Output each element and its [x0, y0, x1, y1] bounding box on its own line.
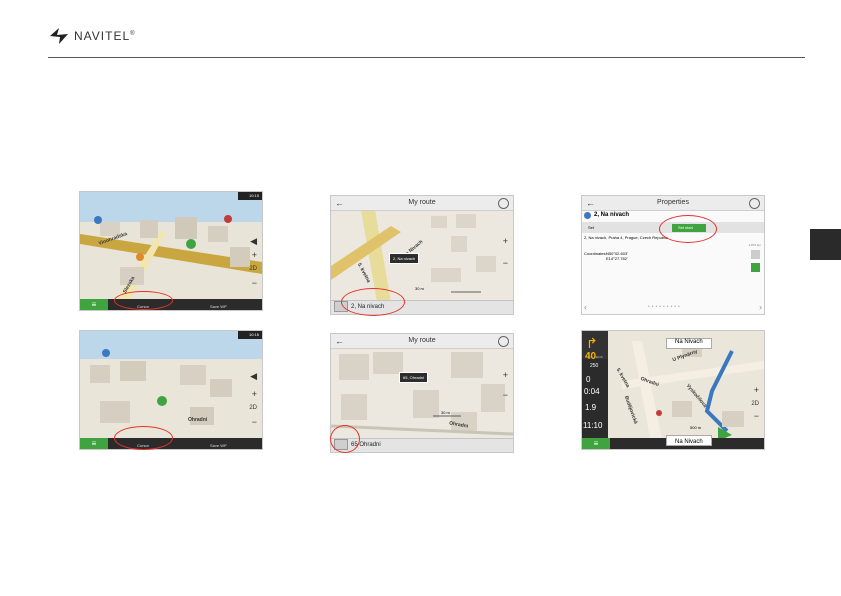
- title-bar: ← My route: [331, 196, 513, 211]
- brand-header: NAVITEL®: [48, 24, 136, 48]
- coords-label: Coordinates:: [584, 251, 607, 256]
- screenshot-navigation: ↱ 40 km/h 250 0 0:04 1.9 11:10 Na Nivach…: [581, 330, 765, 450]
- screenshot-map-cursor-2: 10:16 Ohradni ◀ + 2D − ≡ Cursor Save WP: [79, 330, 263, 450]
- zoom-in-button[interactable]: +: [503, 236, 508, 246]
- map-3d-view: [80, 331, 262, 449]
- speed-value: 40: [585, 351, 597, 362]
- map-scale: 30 m: [415, 286, 424, 291]
- chapter-tab: [810, 229, 841, 260]
- screen-title: My route: [408, 337, 436, 344]
- menu-button[interactable]: ≡: [80, 438, 108, 449]
- location-icon: [584, 212, 591, 219]
- highlight-circle: [114, 291, 173, 310]
- screen-title: My route: [408, 199, 436, 206]
- map-scale: 500 m: [690, 425, 702, 430]
- zoom-in-button[interactable]: +: [754, 385, 759, 395]
- volume-icon[interactable]: ◀: [250, 371, 257, 382]
- satellite-icon[interactable]: [749, 198, 760, 209]
- page-dots: •••••••••: [648, 304, 682, 310]
- add-icon[interactable]: [751, 250, 760, 259]
- back-arrow-icon[interactable]: ←: [586, 196, 595, 210]
- view-mode-button[interactable]: 2D: [751, 401, 759, 407]
- menu-button[interactable]: ≡: [582, 438, 610, 449]
- brand-name: NAVITEL®: [74, 29, 136, 43]
- place-name: 2, Na nivach: [594, 212, 630, 218]
- zoom-out-button[interactable]: −: [252, 417, 257, 427]
- save-wp-button[interactable]: Save WP: [210, 304, 227, 309]
- clock: 11:10: [583, 421, 603, 430]
- map-3d-view: [80, 192, 262, 310]
- distance-to-turn: 0: [586, 375, 591, 384]
- map-scale: 30 m: [441, 410, 450, 415]
- coords-east: E14°27.782': [606, 256, 628, 261]
- zoom-out-button[interactable]: −: [503, 390, 508, 400]
- view-mode-button[interactable]: 2D: [249, 266, 257, 272]
- volume-icon[interactable]: ◀: [250, 236, 257, 247]
- message-icon[interactable]: [751, 263, 760, 272]
- menu-button[interactable]: ≡: [80, 299, 108, 310]
- road-label: Ohradni: [188, 417, 208, 423]
- next-page-icon[interactable]: ›: [759, 302, 762, 312]
- turn-distance: 250: [590, 363, 599, 369]
- highlight-circle: [659, 215, 717, 243]
- header-divider: [48, 57, 805, 58]
- title-bar: ← Properties: [582, 196, 764, 211]
- address-line: 2, Na nivach, Praha 4, Prague, Czech Rep…: [584, 235, 668, 240]
- back-arrow-icon[interactable]: ←: [335, 334, 344, 348]
- highlight-circle: [341, 288, 405, 316]
- zoom-in-button[interactable]: +: [252, 250, 257, 260]
- status-time: 10:15: [248, 193, 259, 198]
- screenshot-properties: ← Properties 2, Na nivach Set Set start …: [581, 195, 765, 315]
- turn-arrow-icon: ↱: [586, 335, 598, 351]
- set-button[interactable]: Set: [588, 225, 594, 230]
- distance: 1.874 km: [748, 243, 761, 247]
- zoom-in-button[interactable]: +: [252, 389, 257, 399]
- back-arrow-icon[interactable]: ←: [335, 196, 344, 210]
- highlight-circle: [114, 426, 173, 450]
- navitel-logo-icon: [50, 28, 68, 44]
- view-mode-button[interactable]: 2D: [249, 405, 257, 411]
- save-wp-button[interactable]: Save WP: [210, 443, 227, 448]
- satellite-icon[interactable]: [498, 336, 509, 347]
- distance-remaining: 1.9: [585, 403, 597, 412]
- time-remaining: 0:04: [584, 387, 600, 396]
- top-street: Na Nivach: [675, 339, 703, 345]
- screen-title: Properties: [657, 199, 689, 206]
- title-bar: ← My route: [331, 334, 513, 349]
- speed-unit: km/h: [596, 355, 603, 359]
- zoom-in-button[interactable]: +: [503, 370, 508, 380]
- highlight-circle: [330, 425, 360, 453]
- zoom-out-button[interactable]: −: [252, 278, 257, 288]
- zoom-out-button[interactable]: −: [754, 411, 759, 421]
- satellite-icon[interactable]: [498, 198, 509, 209]
- status-time: 10:16: [248, 332, 259, 337]
- prev-page-icon[interactable]: ‹: [584, 302, 587, 312]
- bottom-street: Na Nivach: [675, 439, 703, 445]
- screenshot-map-cursor: 10:15 Vinohradska Slezska ◀ + 2D − ≡ Cur…: [79, 191, 263, 311]
- zoom-out-button[interactable]: −: [503, 258, 508, 268]
- location-callout[interactable]: 2, Na nivach: [389, 253, 420, 264]
- location-callout[interactable]: 65, Ohradni: [399, 372, 428, 383]
